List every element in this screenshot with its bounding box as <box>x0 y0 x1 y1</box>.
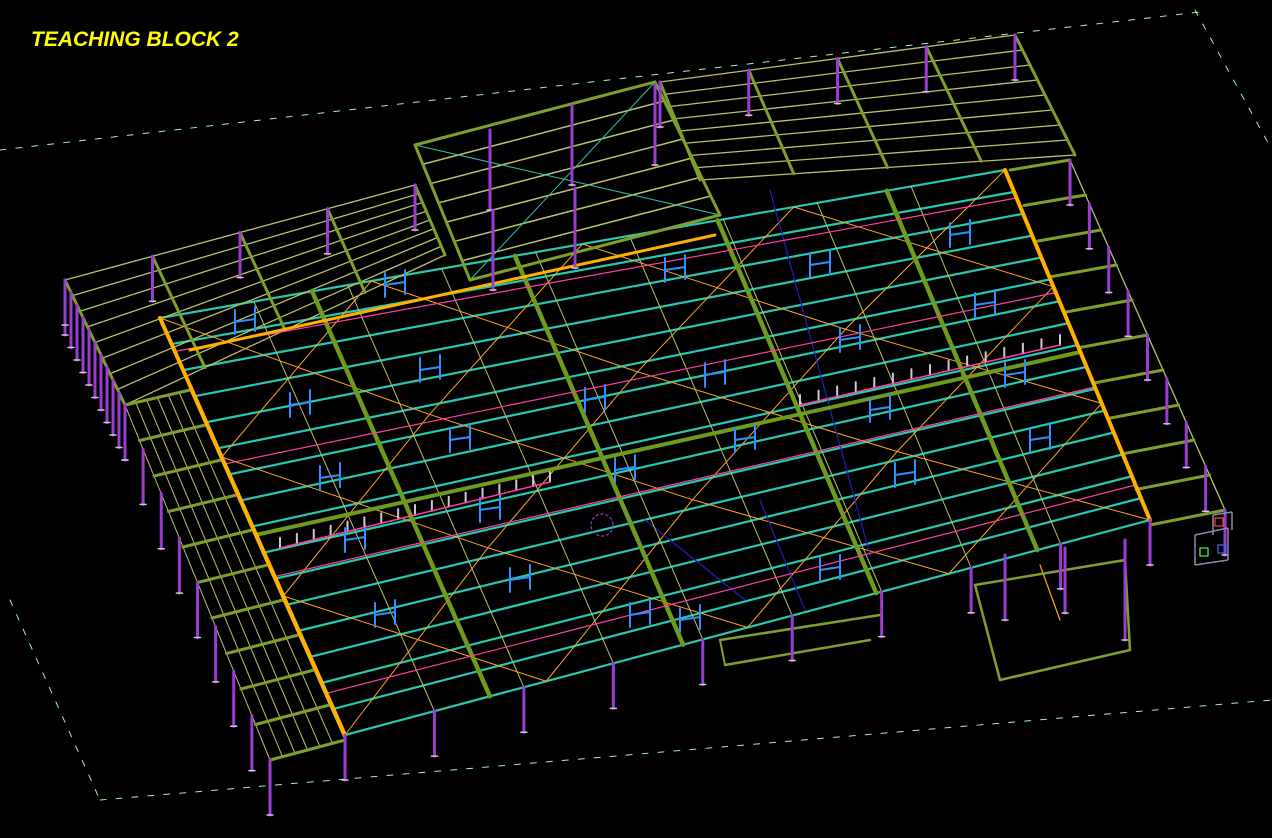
window-frame <box>839 336 861 341</box>
roof-purlin <box>437 138 684 204</box>
main-girder <box>715 218 879 596</box>
window-frame <box>419 366 441 371</box>
grid-lines <box>0 9 1272 801</box>
canopy-rafter <box>1008 158 1072 172</box>
canopy-rafter <box>1013 33 1077 157</box>
roof-purlin <box>445 157 693 223</box>
window-frame <box>479 506 501 511</box>
canopy-rafter <box>1134 473 1211 491</box>
canopy-rafter <box>924 45 983 163</box>
canopy-rafter <box>1022 193 1087 207</box>
canopy-rafter <box>1064 298 1134 314</box>
edge-member <box>158 316 347 737</box>
model-viewport[interactable]: TEACHING BLOCK 2 <box>0 0 1272 838</box>
canopy-rafter <box>123 388 192 407</box>
canopy-rafter <box>225 633 300 655</box>
roof-purlin <box>309 453 1124 658</box>
truss-chord <box>279 481 551 549</box>
grid-line <box>9 599 101 801</box>
view-cube-face <box>1199 547 1209 557</box>
edge-members <box>158 168 1152 737</box>
annex-frame <box>719 639 726 666</box>
canopy-rafter <box>1078 333 1149 349</box>
bracing-member <box>896 451 1151 521</box>
frame-rafter <box>468 213 722 282</box>
canopy-rafter <box>1050 263 1118 278</box>
canopy-rafter <box>1092 368 1165 385</box>
frame-rafter <box>628 235 793 617</box>
bracing-member <box>221 280 372 458</box>
window-frame <box>819 566 841 571</box>
edge-beam <box>174 197 1018 352</box>
canopy-rafter <box>167 493 238 513</box>
edge-beam <box>325 484 1137 694</box>
canopy-rafter <box>196 563 269 584</box>
canopy-rafter <box>181 528 254 549</box>
window-frame <box>384 281 406 286</box>
view-cube-face <box>1214 517 1224 527</box>
window-frame <box>734 436 756 441</box>
canopy-rafter <box>836 57 889 169</box>
annex-frame <box>973 583 1002 682</box>
window-frame <box>949 231 971 236</box>
canopy-rafter <box>326 207 367 294</box>
view-cube-edge <box>1194 527 1229 536</box>
bracing-member <box>487 547 748 628</box>
canopy-rafter <box>1036 228 1103 243</box>
bracing-member <box>414 144 721 216</box>
window-frame <box>869 406 891 411</box>
window-frame <box>894 471 916 476</box>
roof-purlin <box>429 119 675 185</box>
window-frame <box>449 436 471 441</box>
drawing-title: TEACHING BLOCK 2 <box>31 28 239 51</box>
canopy-rafter <box>268 738 347 762</box>
columns <box>61 33 1229 817</box>
bracing-member <box>370 280 638 373</box>
window-frame <box>974 301 996 306</box>
window-frame <box>664 266 686 271</box>
edge-member <box>1003 168 1152 522</box>
annex-frame <box>998 648 1132 682</box>
structural-model-wireframe <box>0 9 1272 817</box>
window-frame <box>319 474 341 479</box>
annex-frame <box>723 638 872 667</box>
canopy-rafter <box>1120 438 1196 456</box>
canopy-rafter <box>254 703 331 726</box>
frame-rafter <box>535 251 704 640</box>
window-frame <box>1029 436 1051 441</box>
window-frame <box>344 536 366 541</box>
window-frame <box>1004 371 1026 376</box>
bracing-member <box>469 81 656 281</box>
canopy-rafter <box>138 423 207 442</box>
canopy-rafter <box>747 68 796 176</box>
canopy-rafter <box>152 458 223 478</box>
grid-line <box>1194 9 1272 151</box>
view-cube-edge <box>1194 559 1229 566</box>
window-frame <box>809 261 831 266</box>
canopy-rafter <box>210 598 285 620</box>
main-girder <box>884 188 1040 553</box>
circle-marker <box>590 513 614 537</box>
canopy-rafter <box>239 668 316 691</box>
grid-line <box>99 699 1272 801</box>
canopy-rafter <box>238 231 287 332</box>
annex-frame <box>973 558 1127 587</box>
